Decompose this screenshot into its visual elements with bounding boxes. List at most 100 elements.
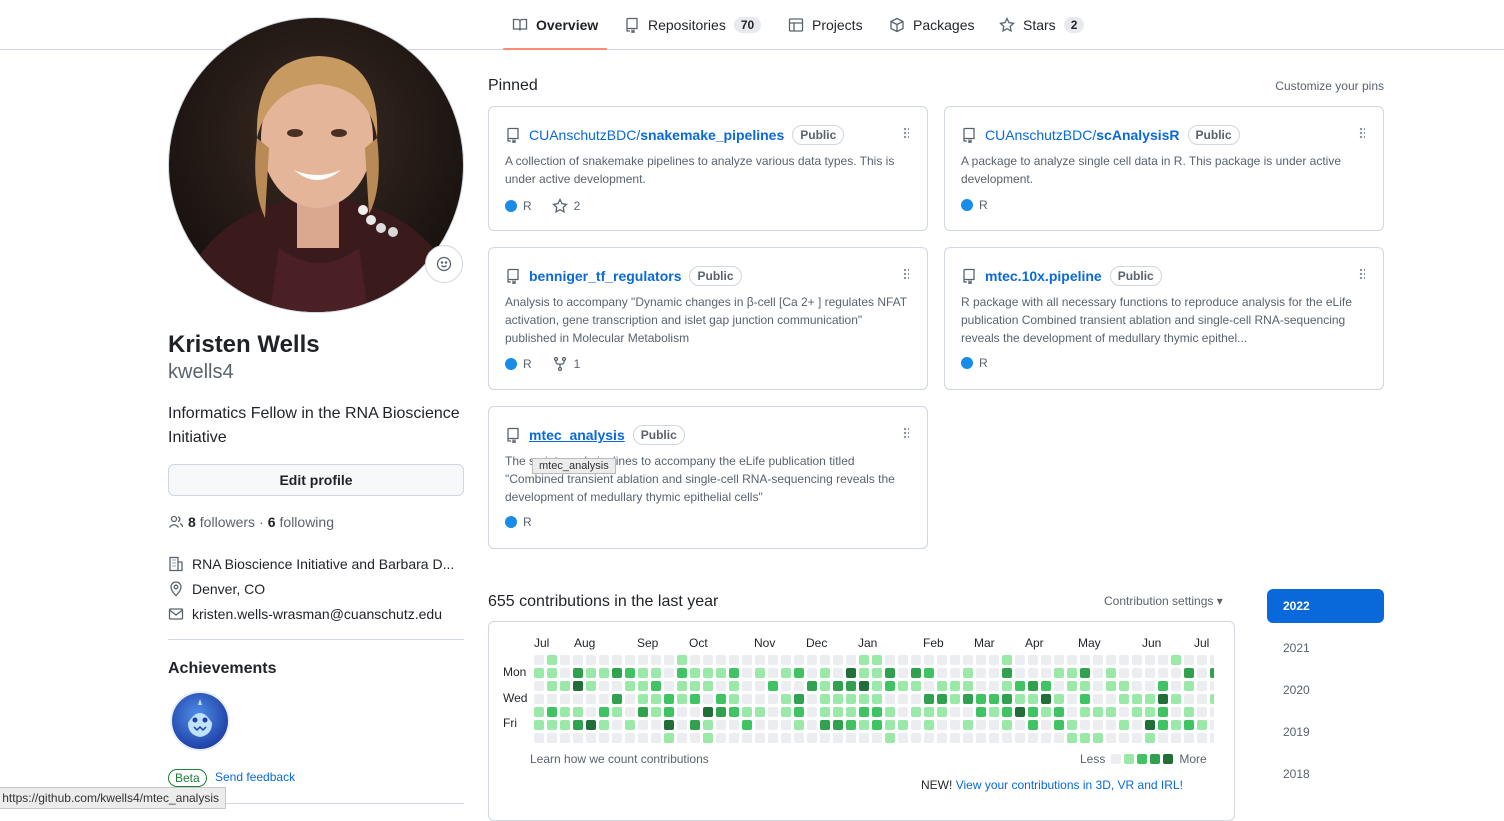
contribution-day[interactable] [898, 668, 908, 678]
contribution-day[interactable] [768, 694, 778, 704]
contribution-day[interactable] [690, 707, 700, 717]
contribution-day[interactable] [625, 681, 635, 691]
contribution-day[interactable] [898, 655, 908, 665]
contribution-day[interactable] [807, 707, 817, 717]
skyline-link[interactable]: View your contributions in 3D, VR and IR… [956, 778, 1183, 792]
contribution-day[interactable] [1158, 655, 1168, 665]
contribution-day[interactable] [1106, 668, 1116, 678]
contribution-day[interactable] [651, 655, 661, 665]
contribution-day[interactable] [911, 733, 921, 743]
contribution-day[interactable] [1054, 668, 1064, 678]
contribution-day[interactable] [716, 681, 726, 691]
contribution-day[interactable] [1197, 733, 1207, 743]
contribution-day[interactable] [534, 694, 544, 704]
contribution-day[interactable] [1028, 707, 1038, 717]
contribution-day[interactable] [1145, 668, 1155, 678]
contribution-day[interactable] [833, 655, 843, 665]
contribution-day[interactable] [638, 681, 648, 691]
contribution-day[interactable] [846, 733, 856, 743]
contribution-day[interactable] [742, 720, 752, 730]
contribution-day[interactable] [846, 655, 856, 665]
contribution-day[interactable] [833, 733, 843, 743]
contribution-day[interactable] [833, 707, 843, 717]
contribution-day[interactable] [833, 668, 843, 678]
contribution-day[interactable] [1041, 694, 1051, 704]
contribution-day[interactable] [1067, 720, 1077, 730]
contribution-day[interactable] [599, 694, 609, 704]
contribution-day[interactable] [1132, 707, 1142, 717]
contribution-day[interactable] [872, 694, 882, 704]
contribution-day[interactable] [976, 681, 986, 691]
contribution-day[interactable] [1067, 681, 1077, 691]
year-2022[interactable]: 2022 [1267, 589, 1384, 623]
following-link[interactable]: following [280, 514, 334, 530]
contribution-day[interactable] [664, 733, 674, 743]
contribution-day[interactable] [716, 655, 726, 665]
contribution-day[interactable] [755, 720, 765, 730]
contribution-day[interactable] [1171, 681, 1181, 691]
contribution-day[interactable] [560, 655, 570, 665]
contribution-day[interactable] [976, 668, 986, 678]
contribution-day[interactable] [1067, 655, 1077, 665]
contribution-settings-dropdown[interactable]: Contribution settings ▾ [1104, 594, 1223, 608]
contribution-day[interactable] [885, 655, 895, 665]
contribution-day[interactable] [1158, 733, 1168, 743]
contribution-day[interactable] [1132, 720, 1142, 730]
contribution-day[interactable] [690, 668, 700, 678]
contribution-day[interactable] [911, 694, 921, 704]
contribution-day[interactable] [898, 694, 908, 704]
contribution-day[interactable] [755, 681, 765, 691]
contribution-day[interactable] [963, 681, 973, 691]
followers-link[interactable]: followers [200, 514, 255, 530]
contribution-day[interactable] [573, 694, 583, 704]
contribution-day[interactable] [703, 707, 713, 717]
contribution-day[interactable] [1197, 681, 1207, 691]
contribution-day[interactable] [911, 655, 921, 665]
contribution-day[interactable] [1132, 681, 1142, 691]
contribution-day[interactable] [989, 655, 999, 665]
contribution-day[interactable] [1184, 681, 1194, 691]
contribution-day[interactable] [742, 707, 752, 717]
contribution-day[interactable] [859, 720, 869, 730]
contribution-day[interactable] [1015, 655, 1025, 665]
year-2019[interactable]: 2019 [1267, 715, 1384, 749]
contribution-day[interactable] [560, 720, 570, 730]
contribution-day[interactable] [872, 668, 882, 678]
contribution-day[interactable] [625, 720, 635, 730]
contribution-day[interactable] [794, 720, 804, 730]
tab-packages[interactable]: Packages [889, 0, 974, 50]
contribution-day[interactable] [1002, 681, 1012, 691]
contribution-day[interactable] [1015, 681, 1025, 691]
contribution-day[interactable] [963, 733, 973, 743]
contribution-day[interactable] [1028, 681, 1038, 691]
achievements-heading[interactable]: Achievements [168, 660, 277, 678]
contribution-day[interactable] [924, 733, 934, 743]
contribution-day[interactable] [664, 707, 674, 717]
contribution-day[interactable] [1197, 655, 1207, 665]
contribution-day[interactable] [768, 707, 778, 717]
contribution-day[interactable] [1145, 733, 1155, 743]
contribution-day[interactable] [573, 733, 583, 743]
contribution-day[interactable] [911, 668, 921, 678]
contribution-day[interactable] [1028, 655, 1038, 665]
contribution-day[interactable] [924, 694, 934, 704]
contribution-day[interactable] [1015, 720, 1025, 730]
contribution-day[interactable] [560, 707, 570, 717]
contribution-day[interactable] [1028, 668, 1038, 678]
contribution-day[interactable] [690, 681, 700, 691]
contribution-day[interactable] [755, 668, 765, 678]
contribution-day[interactable] [963, 694, 973, 704]
achievement-badge[interactable] [172, 693, 228, 749]
contribution-day[interactable] [547, 655, 557, 665]
contribution-day[interactable] [768, 720, 778, 730]
contribution-day[interactable] [1210, 720, 1214, 730]
repo-link[interactable]: mtec_analysis [529, 427, 625, 443]
contribution-day[interactable] [1210, 707, 1214, 717]
contribution-day[interactable] [716, 733, 726, 743]
contribution-day[interactable] [885, 733, 895, 743]
contribution-day[interactable] [664, 655, 674, 665]
contribution-day[interactable] [1145, 707, 1155, 717]
contribution-day[interactable] [573, 720, 583, 730]
contribution-day[interactable] [716, 720, 726, 730]
contribution-day[interactable] [989, 694, 999, 704]
